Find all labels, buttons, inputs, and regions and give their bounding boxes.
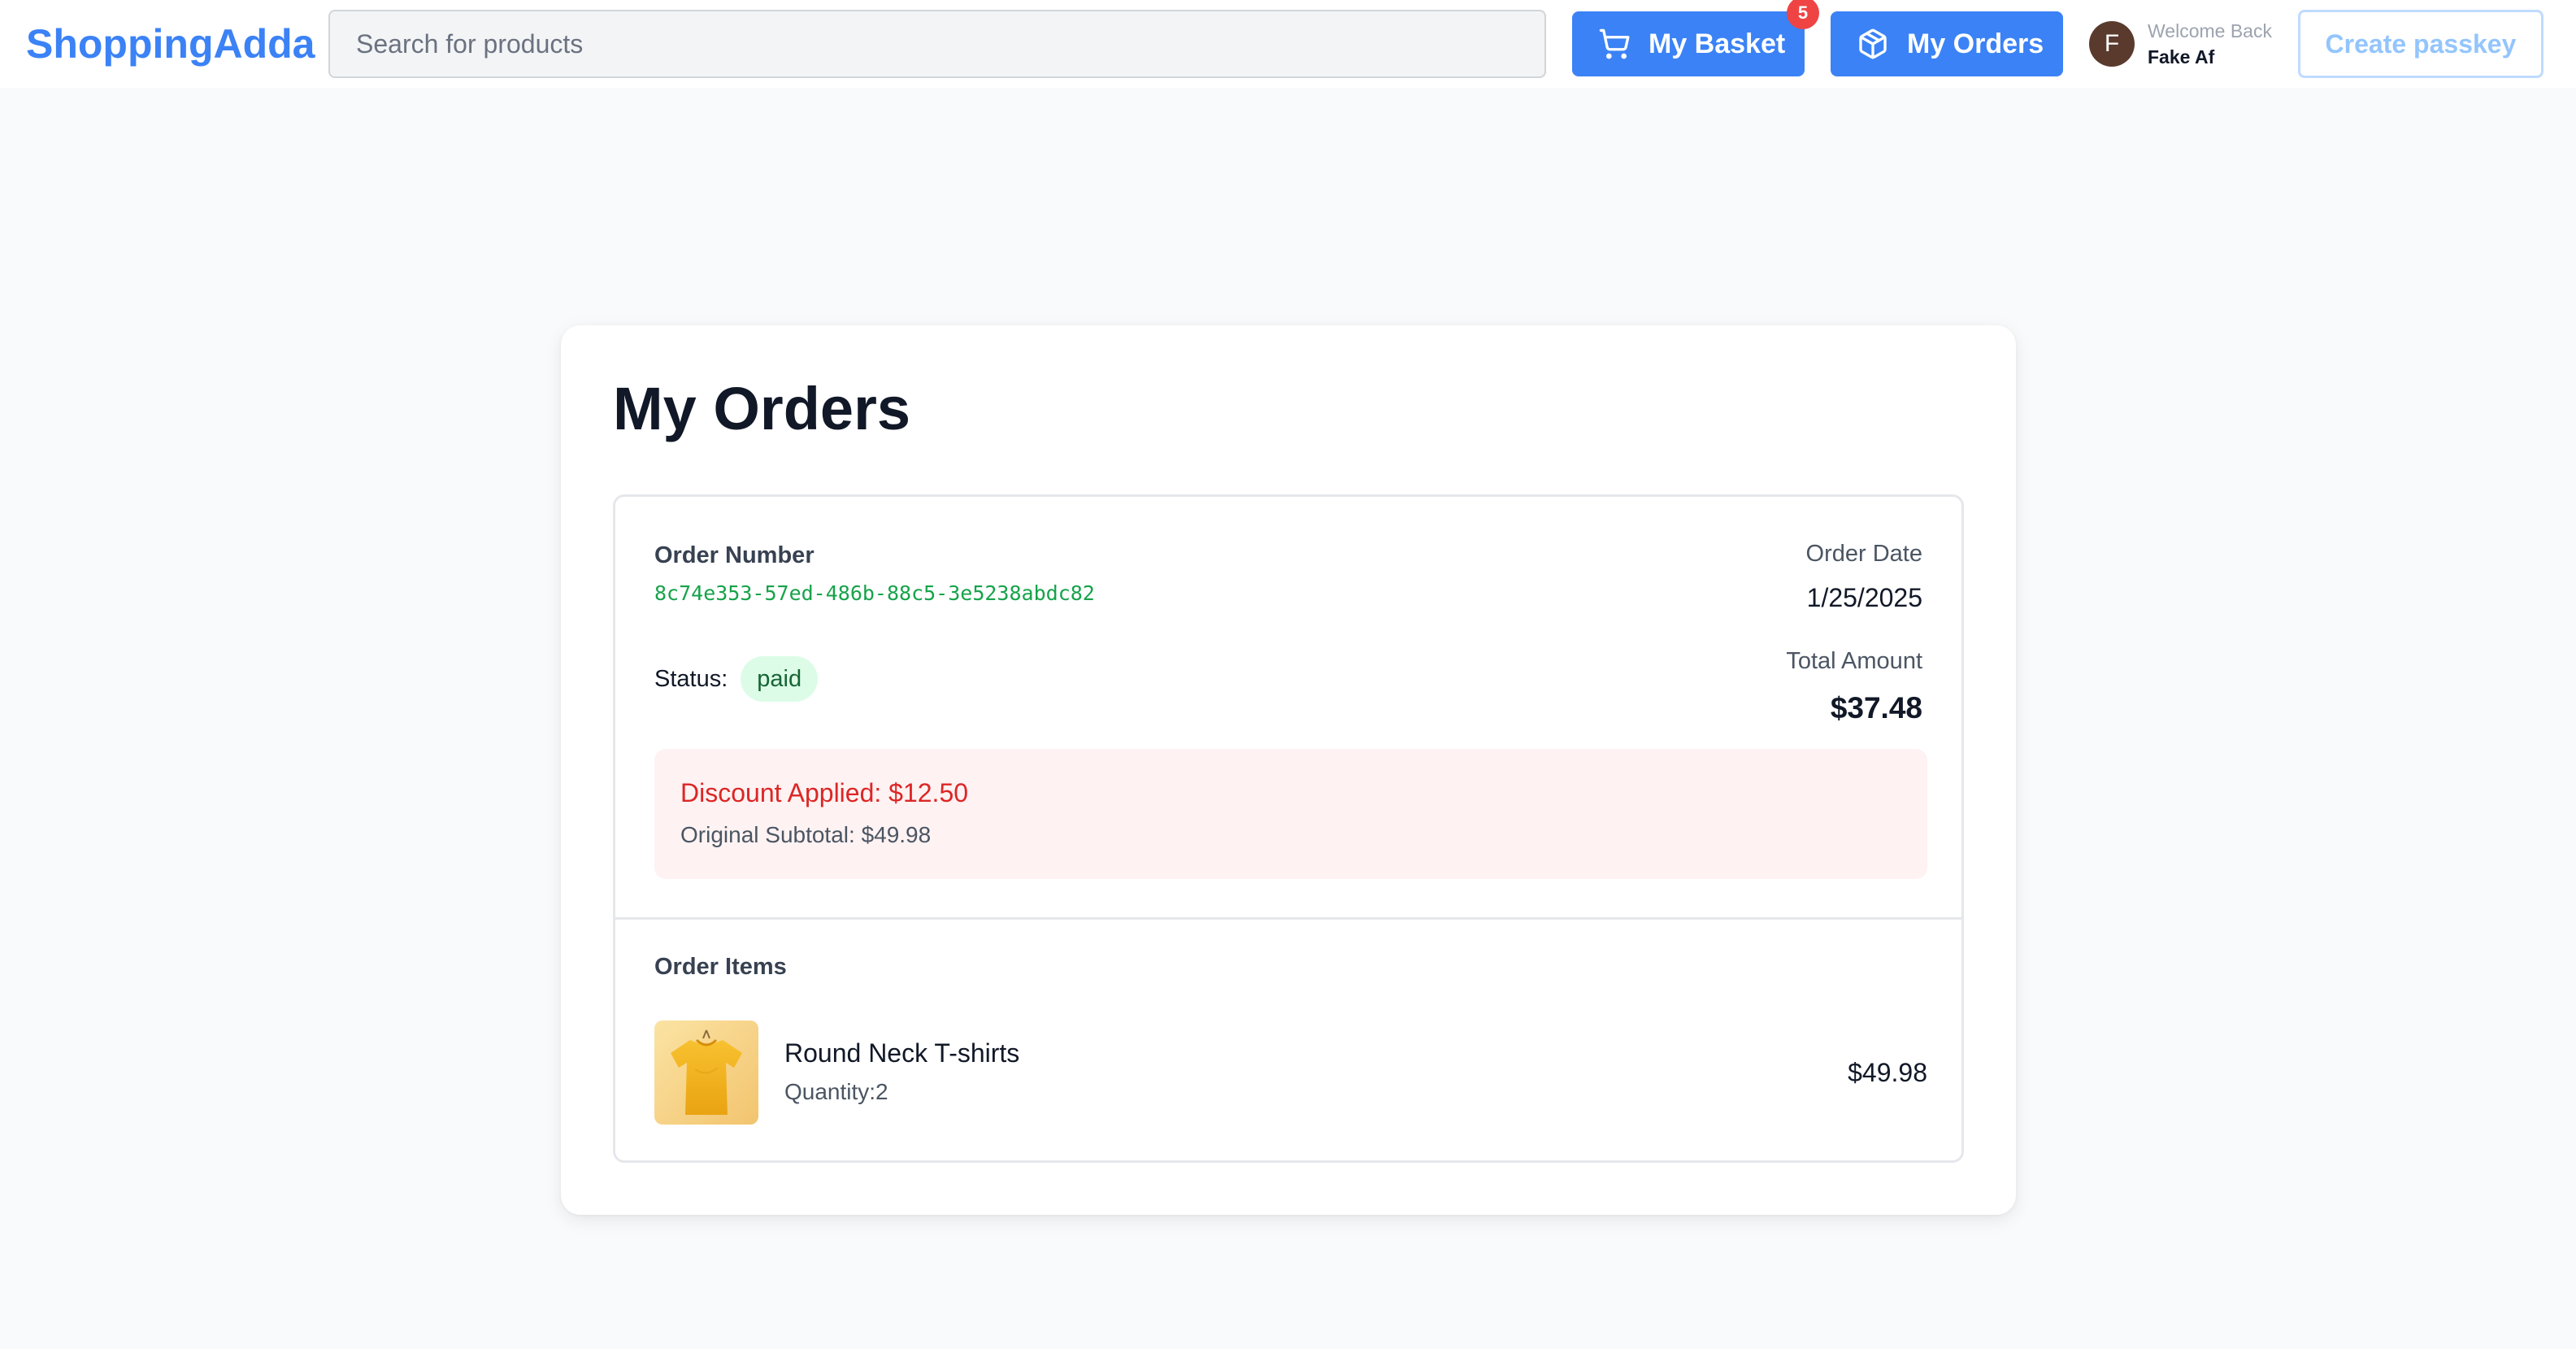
welcome-text: Welcome Back xyxy=(2148,20,2272,41)
my-orders-label: My Orders xyxy=(1907,28,2044,59)
original-subtotal-text: Original Subtotal: $49.98 xyxy=(680,822,932,847)
cart-icon xyxy=(1598,28,1631,60)
my-orders-button[interactable]: My Orders xyxy=(1831,11,2063,76)
order-date-value: 1/25/2025 xyxy=(1806,583,1922,612)
order-number-label: Order Number xyxy=(654,542,815,568)
status-label: Status: xyxy=(654,665,728,692)
item-name: Round Neck T-shirts xyxy=(784,1038,1020,1068)
divider xyxy=(615,917,1961,920)
order-items-label: Order Items xyxy=(654,954,787,980)
package-icon xyxy=(1857,28,1889,60)
site-logo[interactable]: ShoppingAdda xyxy=(26,20,315,67)
page-title: My Orders xyxy=(613,375,911,442)
orders-card: My Orders Order Number 8c74e353-57ed-486… xyxy=(561,325,2016,1215)
search-input[interactable] xyxy=(328,10,1546,78)
total-amount-label: Total Amount xyxy=(1786,648,1922,674)
order-item: Round Neck T-shirts Quantity:2 $49.98 xyxy=(654,1020,1927,1126)
item-price: $49.98 xyxy=(1848,1058,1927,1087)
top-header: ShoppingAdda My Basket 5 My Orders F Wel xyxy=(0,0,2576,88)
order-summary: Order Date 1/25/2025 Total Amount $37.48 xyxy=(1786,537,1922,728)
total-amount-value: $37.48 xyxy=(1830,691,1922,725)
basket-count-badge: 5 xyxy=(1787,0,1819,29)
order-number-value: 8c74e353-57ed-486b-88c5-3e5238abdc82 xyxy=(654,581,1095,605)
item-quantity: Quantity:2 xyxy=(784,1079,888,1104)
status-badge: paid xyxy=(741,656,819,702)
discount-box: Discount Applied: $12.50 Original Subtot… xyxy=(654,749,1927,879)
user-name: Fake Af xyxy=(2148,46,2215,67)
user-profile[interactable]: F Welcome Back Fake Af xyxy=(2089,18,2272,70)
tshirt-product-image xyxy=(654,1020,758,1125)
my-basket-label: My Basket xyxy=(1649,28,1786,59)
order-date-label: Order Date xyxy=(1805,541,1922,567)
avatar: F xyxy=(2089,21,2135,67)
order-card: Order Number 8c74e353-57ed-486b-88c5-3e5… xyxy=(613,494,1964,1163)
my-basket-button[interactable]: My Basket 5 xyxy=(1572,0,1819,76)
discount-applied-text: Discount Applied: $12.50 xyxy=(680,778,969,807)
status-row: Status: paid xyxy=(654,656,819,702)
create-passkey-button[interactable]: Create passkey xyxy=(2297,10,2543,78)
